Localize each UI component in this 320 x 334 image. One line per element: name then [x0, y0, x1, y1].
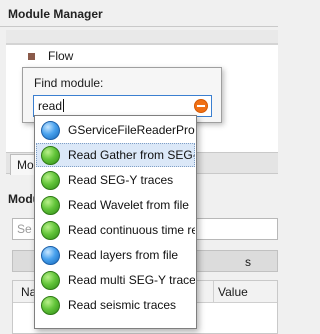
- tree-item-flow[interactable]: Flow: [28, 49, 73, 63]
- blue-module-icon: [41, 120, 60, 140]
- lower-tab-label: s: [245, 255, 251, 269]
- green-module-icon: [41, 295, 60, 315]
- find-module-input[interactable]: read: [33, 95, 212, 117]
- suggestion-label: Read continuous time receiver: [68, 223, 195, 237]
- suggestion-item[interactable]: Read seismic traces: [36, 293, 195, 317]
- blue-module-icon: [41, 245, 60, 265]
- suggestion-item[interactable]: Read layers from file: [36, 243, 195, 267]
- suggestion-item[interactable]: Read Gather from SEG-Y: [36, 143, 195, 167]
- suggestion-item[interactable]: Read SEG-Y traces: [36, 168, 195, 192]
- tree-item-flow-label: Flow: [48, 49, 74, 63]
- module-manager-toolbar: [6, 30, 278, 44]
- module-manager-title: Module Manager: [8, 7, 103, 21]
- green-module-icon: [41, 270, 60, 290]
- column-value-header[interactable]: Value: [218, 285, 248, 299]
- title-separator: [0, 26, 278, 27]
- flow-icon: [28, 52, 35, 60]
- clear-icon[interactable]: [194, 99, 208, 113]
- suggestion-label: Read Gather from SEG-Y: [68, 148, 195, 162]
- suggestion-item[interactable]: Read continuous time receiver: [36, 218, 195, 242]
- suggestion-label: GServiceFileReaderProcedure: [68, 123, 195, 137]
- green-module-icon: [41, 195, 60, 215]
- find-module-label: Find module:: [34, 76, 104, 90]
- suggestion-label: Read SEG-Y traces: [68, 173, 174, 187]
- suggestion-item[interactable]: GServiceFileReaderProcedure: [36, 118, 195, 142]
- green-module-icon: [41, 220, 60, 240]
- lower-tab[interactable]: s: [245, 255, 251, 269]
- suggestion-label: Read layers from file: [68, 248, 179, 262]
- suggestion-label: Read seismic traces: [68, 298, 177, 312]
- suggestion-label: Read multi SEG-Y traces: [68, 273, 195, 287]
- suggestion-item[interactable]: Read Wavelet from file: [36, 193, 195, 217]
- find-module-input-value: read: [38, 99, 63, 113]
- lower-search-placeholder: Se: [17, 222, 32, 236]
- suggestion-item[interactable]: Read multi SEG-Y traces: [36, 268, 195, 292]
- suggestion-list: GServiceFileReaderProcedure Read Gather f…: [34, 115, 197, 329]
- green-module-icon: [41, 145, 60, 165]
- text-caret: [63, 99, 65, 112]
- tab-module-label: Mo: [17, 158, 34, 172]
- column-divider[interactable]: [213, 281, 214, 303]
- suggestion-label: Read Wavelet from file: [68, 198, 189, 212]
- green-module-icon: [41, 170, 60, 190]
